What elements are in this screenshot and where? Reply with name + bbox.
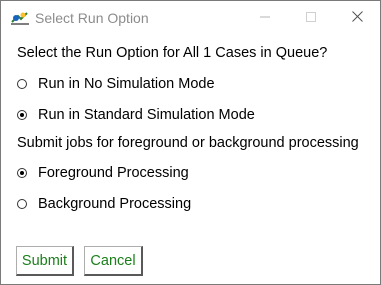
cancel-button[interactable]: Cancel (84, 246, 143, 276)
radio-label: Run in No Simulation Mode (38, 76, 215, 92)
run-option-question: Select the Run Option for All 1 Cases in… (17, 45, 328, 61)
window-title: Select Run Option (35, 10, 149, 26)
radio-label: Background Processing (38, 196, 192, 212)
radio-button-checked[interactable] (17, 168, 27, 178)
radio-background-processing[interactable]: Background Processing (17, 194, 191, 214)
processing-question: Submit jobs for foreground or background… (17, 135, 359, 151)
radio-no-simulation[interactable]: Run in No Simulation Mode (17, 74, 215, 94)
maximize-icon (306, 9, 316, 27)
close-icon (351, 9, 363, 27)
radio-label: Run in Standard Simulation Mode (38, 107, 255, 123)
radio-standard-simulation[interactable]: Run in Standard Simulation Mode (17, 105, 255, 125)
title-bar[interactable]: Select Run Option (1, 1, 380, 34)
close-button[interactable] (334, 1, 380, 34)
dialog-window: Select Run Option Select the Run Option … (0, 0, 381, 285)
minimize-button[interactable] (242, 1, 288, 34)
minimize-icon (260, 9, 270, 27)
radio-label: Foreground Processing (38, 165, 189, 181)
radio-button-unchecked[interactable] (17, 79, 27, 89)
radio-button-unchecked[interactable] (17, 199, 27, 209)
maximize-button[interactable] (288, 1, 334, 34)
run-app-icon (10, 10, 30, 26)
radio-foreground-processing[interactable]: Foreground Processing (17, 163, 189, 183)
submit-button[interactable]: Submit (16, 246, 74, 276)
radio-button-checked[interactable] (17, 110, 27, 120)
